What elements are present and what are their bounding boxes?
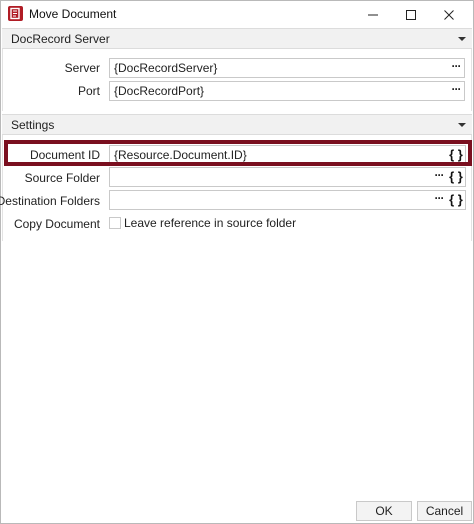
close-icon — [444, 9, 454, 20]
collapse-caret-icon[interactable] — [458, 37, 466, 41]
minimize-icon — [368, 14, 378, 15]
port-field[interactable]: {DocRecordPort} ··· — [109, 81, 465, 101]
expression-braces-icon[interactable]: { } — [447, 168, 465, 186]
ellipsis-icon[interactable]: ··· — [430, 168, 448, 186]
source-folder-field[interactable]: ··· { } — [109, 167, 466, 187]
ok-button[interactable]: OK — [356, 501, 412, 521]
leave-reference-label[interactable]: Leave reference in source folder — [124, 216, 296, 230]
expression-braces-icon[interactable]: { } — [447, 191, 465, 209]
move-document-dialog: Move Document DocRecord Server Server {D… — [0, 0, 474, 524]
section-title: Settings — [11, 118, 55, 132]
ellipsis-icon[interactable]: ··· — [447, 82, 465, 100]
minimize-button[interactable] — [354, 1, 392, 28]
leave-reference-checkbox[interactable] — [109, 217, 121, 229]
maximize-icon — [406, 9, 416, 20]
destination-folders-field[interactable]: ··· { } — [109, 190, 466, 210]
port-label: Port — [77, 84, 100, 98]
ellipsis-icon[interactable]: ··· — [430, 191, 448, 209]
title-bar: Move Document — [1, 1, 473, 28]
close-button[interactable] — [430, 1, 468, 28]
copy-document-label: Copy Document — [13, 217, 100, 231]
window-title: Move Document — [29, 7, 117, 21]
source-folder-label: Source Folder — [24, 171, 100, 185]
settings-section-header[interactable]: Settings — [2, 114, 472, 135]
collapse-caret-icon[interactable] — [458, 123, 466, 127]
server-label: Server — [64, 61, 100, 75]
cancel-button[interactable]: Cancel — [417, 501, 472, 521]
server-field[interactable]: {DocRecordServer} ··· — [109, 58, 465, 78]
section-title: DocRecord Server — [11, 32, 110, 46]
maximize-button[interactable] — [392, 1, 430, 28]
port-value: {DocRecordPort} — [114, 84, 205, 98]
destination-folders-label: Destination Folders — [0, 194, 100, 208]
document-id-highlight — [4, 140, 472, 166]
docrecord-server-section-header[interactable]: DocRecord Server — [2, 28, 472, 49]
docrecord-logo-icon — [8, 6, 23, 21]
server-value: {DocRecordServer} — [114, 61, 218, 75]
ellipsis-icon[interactable]: ··· — [447, 59, 465, 77]
docrecord-server-section-body: Server {DocRecordServer} ··· Port {DocRe… — [2, 49, 472, 111]
